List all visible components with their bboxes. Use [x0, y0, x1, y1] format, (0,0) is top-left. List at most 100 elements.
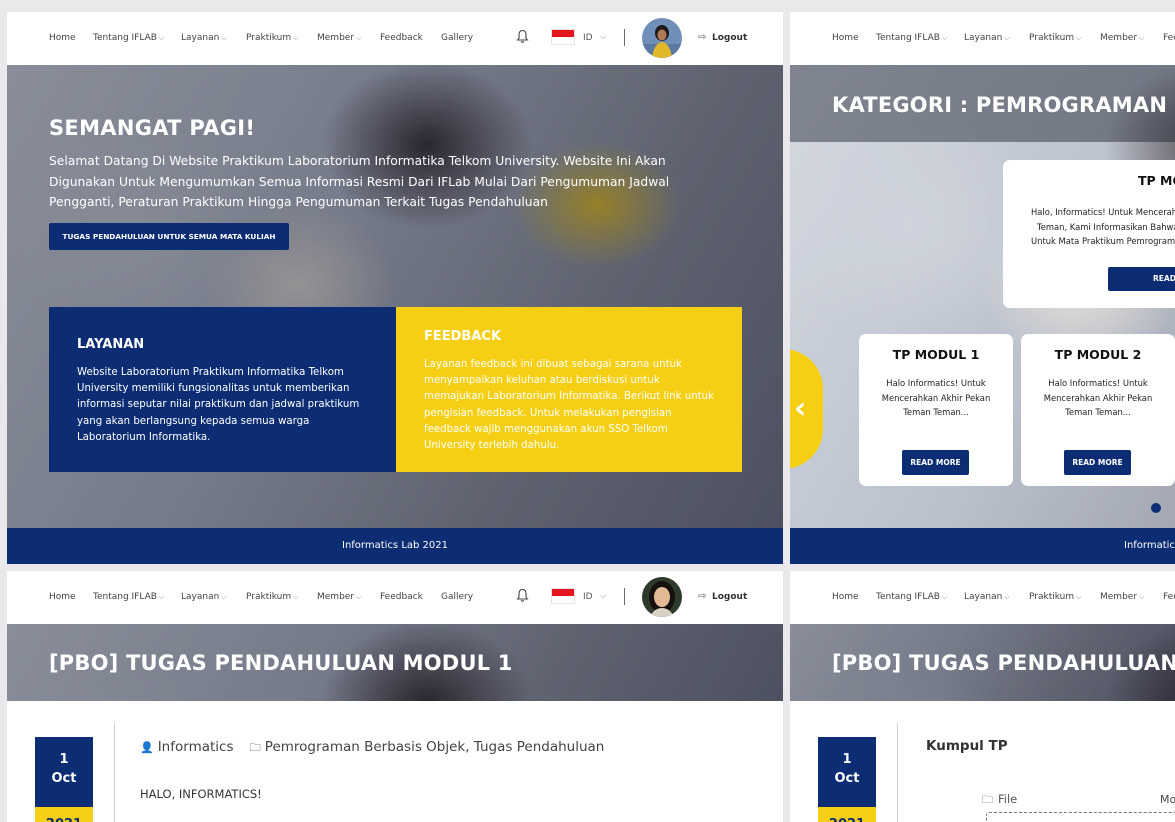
nav-tentang-iflab[interactable]: Tentang IFLAB ⌵	[876, 33, 947, 43]
divider	[624, 29, 625, 46]
nav-tentang-iflab[interactable]: Tentang IFLAB ⌵	[876, 592, 947, 602]
post-card-title: TP MODUL 1	[892, 347, 980, 362]
post-date-month: Oct	[834, 771, 860, 786]
footer: Informatics Lab 2021	[7, 528, 783, 564]
post-categories[interactable]: Pemrograman Berbasis Objek, Tugas Pendah…	[265, 739, 605, 755]
hero-description: Selamat Datang Di Website Praktikum Labo…	[49, 154, 670, 209]
post-card[interactable]: TP MODUL 1 Halo Informatics! Untuk Mence…	[859, 334, 1013, 486]
nav-member[interactable]: Member ⌵	[1100, 592, 1144, 602]
logout-icon[interactable]: ⇨	[698, 32, 706, 43]
divider	[897, 723, 898, 822]
bell-icon[interactable]	[516, 588, 529, 603]
nav-member[interactable]: Member ⌵	[317, 592, 361, 602]
feedback-title: FEEDBACK	[424, 329, 502, 344]
post-title: [PBO] TUGAS PENDAHULUAN MODUL 1	[832, 651, 1175, 675]
chevron-down-icon: ⌵	[1139, 593, 1145, 601]
footer: Informatics Lab 2021	[790, 528, 1175, 564]
chevron-down-icon: ⌵	[158, 593, 165, 601]
file-upload-icon: 🗀	[982, 793, 993, 806]
top-navbar: Home Tentang IFLAB ⌵ Layanan ⌵ Praktikum ⌵ …	[7, 571, 783, 624]
post-greeting: HALO, INFORMATICS!	[140, 787, 262, 801]
post-card[interactable]: TP MODUL 2 Halo Informatics! Untuk Mence…	[1021, 334, 1175, 486]
nav-layanan[interactable]: Layanan ⌵	[181, 592, 227, 602]
nav-praktikum[interactable]: Praktikum ⌵	[1029, 33, 1081, 43]
nav-praktikum[interactable]: Praktikum ⌵	[246, 33, 298, 43]
submission-screen: Home Tentang IFLAB ⌵ Layanan ⌵ Praktikum ⌵ …	[790, 571, 1175, 822]
nav-layanan[interactable]: Layanan ⌵	[964, 592, 1010, 602]
logout-icon[interactable]: ⇨	[698, 591, 706, 602]
nav-feedback[interactable]: Feedback	[1163, 33, 1175, 43]
nav-praktikum[interactable]: Praktikum ⌵	[1029, 592, 1081, 602]
post-date-badge: 1 Oct	[35, 737, 93, 807]
nav-member[interactable]: Member ⌵	[1100, 33, 1144, 43]
top-navbar: Home Tentang IFLAB ⌵ Layanan ⌵ Praktikum ⌵ …	[7, 12, 783, 65]
chevron-down-icon: ⌵	[1076, 593, 1082, 601]
post-card-excerpt: Halo Informatics! Untuk Mencerahkan Akhi…	[881, 378, 991, 418]
nav-feedback[interactable]: Feedback	[380, 592, 423, 602]
post-detail-screen: Home Tentang IFLAB ⌵ Layanan ⌵ Praktikum ⌵ …	[7, 571, 783, 822]
post-card-title: TP MODUL 2	[1054, 347, 1142, 362]
featured-post-title: TP MODUL 3	[1138, 173, 1175, 188]
read-more-button[interactable]: READ MORE	[1064, 450, 1131, 475]
nav-home[interactable]: Home	[49, 592, 76, 602]
nav-layanan[interactable]: Layanan ⌵	[181, 33, 227, 43]
post-title: [PBO] TUGAS PENDAHULUAN MODUL 1	[49, 651, 513, 675]
logout-link[interactable]: Logout	[712, 592, 747, 602]
chevron-down-icon: ⌵	[356, 593, 362, 601]
tugas-pendahuluan-button[interactable]: TUGAS PENDAHULUAN UNTUK SEMUA MATA KULIA…	[49, 223, 289, 250]
nav-member[interactable]: Member ⌵	[317, 33, 361, 43]
nav-home[interactable]: Home	[832, 592, 859, 602]
chevron-down-icon: ⌵	[356, 34, 362, 42]
post-card-excerpt: Halo Informatics! Untuk Mencerahkan Akhi…	[1043, 378, 1153, 418]
chevron-down-icon: ⌵	[293, 34, 299, 42]
nav-feedback[interactable]: Feedback	[1163, 592, 1175, 602]
post-date-year: 2021	[818, 807, 876, 822]
chevron-left-icon: ‹	[794, 391, 807, 426]
post-author[interactable]: Informatics	[158, 739, 234, 755]
carousel-indicator-dot[interactable]	[1151, 503, 1161, 513]
home-screen: Home Tentang IFLAB ⌵ Layanan ⌵ Praktikum ⌵ …	[7, 12, 783, 564]
file-upload-dropzone[interactable]	[986, 812, 1175, 822]
post-date-day: 1	[842, 752, 852, 767]
nav-home[interactable]: Home	[49, 33, 76, 43]
nav-feedback[interactable]: Feedback	[380, 33, 423, 43]
avatar[interactable]	[642, 18, 682, 58]
divider	[624, 588, 625, 605]
nav-layanan[interactable]: Layanan ⌵	[964, 33, 1010, 43]
indonesia-flag-icon[interactable]	[551, 588, 575, 604]
file-label: 🗀 File	[982, 792, 1018, 806]
chevron-down-icon: ⌵	[1076, 34, 1082, 42]
nav-praktikum[interactable]: Praktikum ⌵	[246, 592, 298, 602]
language-selector[interactable]: ID	[583, 33, 593, 43]
chevron-down-icon: ⌵	[1139, 34, 1145, 42]
post-date-badge: 1 Oct	[818, 737, 876, 807]
chevron-down-icon: ⌵	[221, 34, 227, 42]
indonesia-flag-icon[interactable]	[551, 29, 575, 45]
feedback-card[interactable]: FEEDBACK Layanan feedback ini dibuat seb…	[396, 307, 742, 472]
read-more-button[interactable]: READ MORE	[1108, 267, 1175, 291]
layanan-title: LAYANAN	[77, 337, 145, 352]
featured-post-excerpt: Halo, Informatics! Untuk Mencerahkan Akh…	[1031, 207, 1175, 246]
nav-tentang-iflab[interactable]: Tentang IFLAB ⌵	[93, 33, 164, 43]
language-selector[interactable]: ID	[583, 592, 593, 602]
chevron-down-icon: ⌵	[221, 593, 227, 601]
nav-tentang-iflab[interactable]: Tentang IFLAB ⌵	[93, 592, 164, 602]
logout-link[interactable]: Logout	[712, 33, 747, 43]
read-more-button[interactable]: READ MORE	[902, 450, 969, 475]
folder-icon: 🗀	[249, 741, 261, 754]
nav-home[interactable]: Home	[832, 33, 859, 43]
top-navbar: Home Tentang IFLAB ⌵ Layanan ⌵ Praktikum ⌵ …	[790, 571, 1175, 624]
post-date-year: 2021	[35, 807, 93, 822]
chevron-down-icon: ⌵	[1004, 34, 1010, 42]
user-icon: 👤	[140, 741, 154, 754]
avatar[interactable]	[642, 577, 682, 617]
nav-gallery[interactable]: Gallery	[441, 592, 473, 602]
chevron-down-icon: ⌵	[1004, 593, 1010, 601]
post-date-day: 1	[59, 752, 69, 767]
nav-gallery[interactable]: Gallery	[441, 33, 473, 43]
divider	[114, 723, 115, 822]
bell-icon[interactable]	[516, 29, 529, 44]
modul-label: Modul	[1160, 793, 1175, 806]
top-navbar: Home Tentang IFLAB ⌵ Layanan ⌵ Praktikum ⌵ …	[790, 12, 1175, 65]
featured-post-card[interactable]: TP MODUL 3 Halo, Informatics! Untuk Menc…	[1003, 160, 1175, 308]
